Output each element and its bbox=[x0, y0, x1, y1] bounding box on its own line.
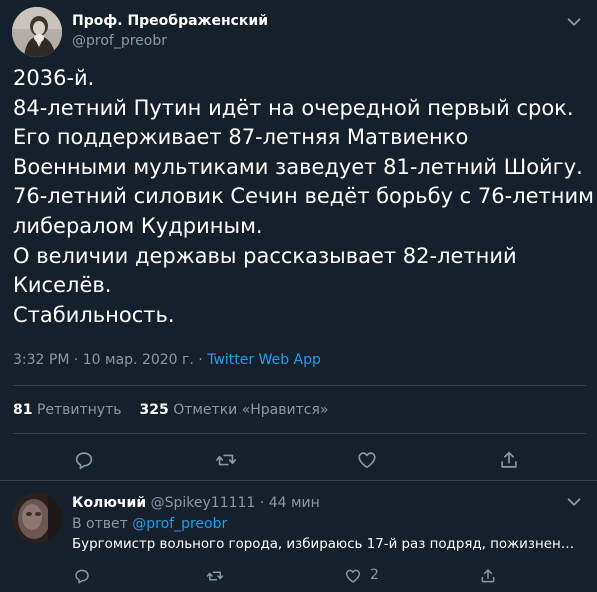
tweet-text-line: Военными мультиками заведует 81-летний Ш… bbox=[13, 154, 583, 179]
tweet-text-line: 84-летний Путин идёт на очередной первый… bbox=[13, 95, 574, 120]
reply-text: Бургомистр вольного города, избираюсь 17… bbox=[72, 537, 582, 552]
tweet-text-line: Его поддерживает 87-летняя Матвиенко bbox=[13, 125, 469, 150]
reply-avatar[interactable] bbox=[12, 493, 62, 543]
comment-icon bbox=[75, 452, 93, 470]
replying-to-mention[interactable]: @prof_preobr bbox=[132, 516, 227, 532]
share-icon bbox=[501, 451, 517, 468]
divider bbox=[13, 433, 586, 434]
reply-like-button[interactable]: 2 bbox=[344, 567, 379, 587]
replying-to: В ответ @prof_preobr bbox=[72, 516, 227, 532]
tweet-text-line: Стабильность. bbox=[13, 302, 175, 327]
reply-timestamp[interactable]: 44 мин bbox=[269, 495, 320, 511]
reply-header: Колючий @Spikey11111 · 44 мин bbox=[72, 495, 320, 511]
author-name[interactable]: Проф. Преображенский bbox=[72, 13, 268, 29]
heart-icon bbox=[345, 569, 361, 583]
tweet-text-line: либералом Кудриным. bbox=[13, 213, 263, 238]
share-icon bbox=[481, 569, 495, 583]
divider bbox=[13, 385, 586, 386]
tweet-meta: 3:32 PM · 10 мар. 2020 г. · Twitter Web … bbox=[13, 352, 321, 368]
retweet-button[interactable] bbox=[215, 449, 239, 473]
tweet-text-line: Киселёв. bbox=[13, 273, 112, 298]
retweets-count: 81 bbox=[13, 402, 33, 418]
reply-reply-button[interactable] bbox=[73, 567, 91, 587]
tweet-source-link[interactable]: Twitter Web App bbox=[207, 352, 321, 368]
comment-icon bbox=[75, 569, 89, 584]
likes-count: 325 bbox=[139, 402, 169, 418]
main-tweet: Проф. Преображенский @prof_preobr 2036-й… bbox=[0, 0, 597, 480]
likes-stat[interactable]: 325 Отметки «Нравится» bbox=[140, 402, 329, 418]
reply-author-handle[interactable]: @Spikey11111 bbox=[151, 495, 256, 511]
replying-to-label: В ответ bbox=[72, 516, 133, 532]
retweets-label: Ретвитнуть bbox=[36, 402, 122, 418]
chevron-down-icon bbox=[567, 498, 581, 506]
likes-label: Отметки «Нравится» bbox=[173, 402, 329, 418]
heart-icon bbox=[358, 452, 376, 469]
reply-share-button[interactable] bbox=[479, 567, 497, 587]
reply-author-name[interactable]: Колючий bbox=[72, 495, 146, 511]
retweet-icon bbox=[206, 571, 224, 581]
tweet-stats: 81 Ретвитнуть 325 Отметки «Нравится» bbox=[13, 402, 328, 418]
retweets-stat[interactable]: 81 Ретвитнуть bbox=[13, 402, 122, 418]
tweet-text-line: 76-летний силовик Сечин ведёт борьбу с 7… bbox=[13, 184, 594, 209]
reply-retweet-button[interactable] bbox=[206, 567, 224, 587]
tweet-page: Проф. Преображенский @prof_preobr 2036-й… bbox=[0, 0, 597, 592]
retweet-icon bbox=[216, 454, 236, 466]
tweet-text: 2036-й. 84-летний Путин идёт на очередно… bbox=[13, 64, 594, 330]
like-button[interactable] bbox=[356, 449, 380, 473]
more-options-button[interactable] bbox=[563, 11, 585, 33]
reply-tweet[interactable]: Колючий @Spikey11111 · 44 мин В ответ @p… bbox=[0, 481, 597, 592]
reply-more-options-button[interactable] bbox=[563, 491, 585, 513]
share-button[interactable] bbox=[498, 449, 522, 473]
tweet-text-line: О величии державы рассказывает 82-летний bbox=[13, 243, 517, 268]
reply-button[interactable] bbox=[73, 449, 97, 473]
tweet-text-line: 2036-й. bbox=[13, 66, 95, 90]
author-avatar[interactable] bbox=[12, 7, 62, 57]
tweet-timestamp[interactable]: 3:32 PM · 10 мар. 2020 г. · bbox=[13, 352, 207, 368]
reply-like-count: 2 bbox=[370, 567, 379, 583]
separator-dot: · bbox=[255, 495, 269, 511]
author-handle[interactable]: @prof_preobr bbox=[72, 33, 167, 49]
chevron-down-icon bbox=[567, 18, 581, 26]
